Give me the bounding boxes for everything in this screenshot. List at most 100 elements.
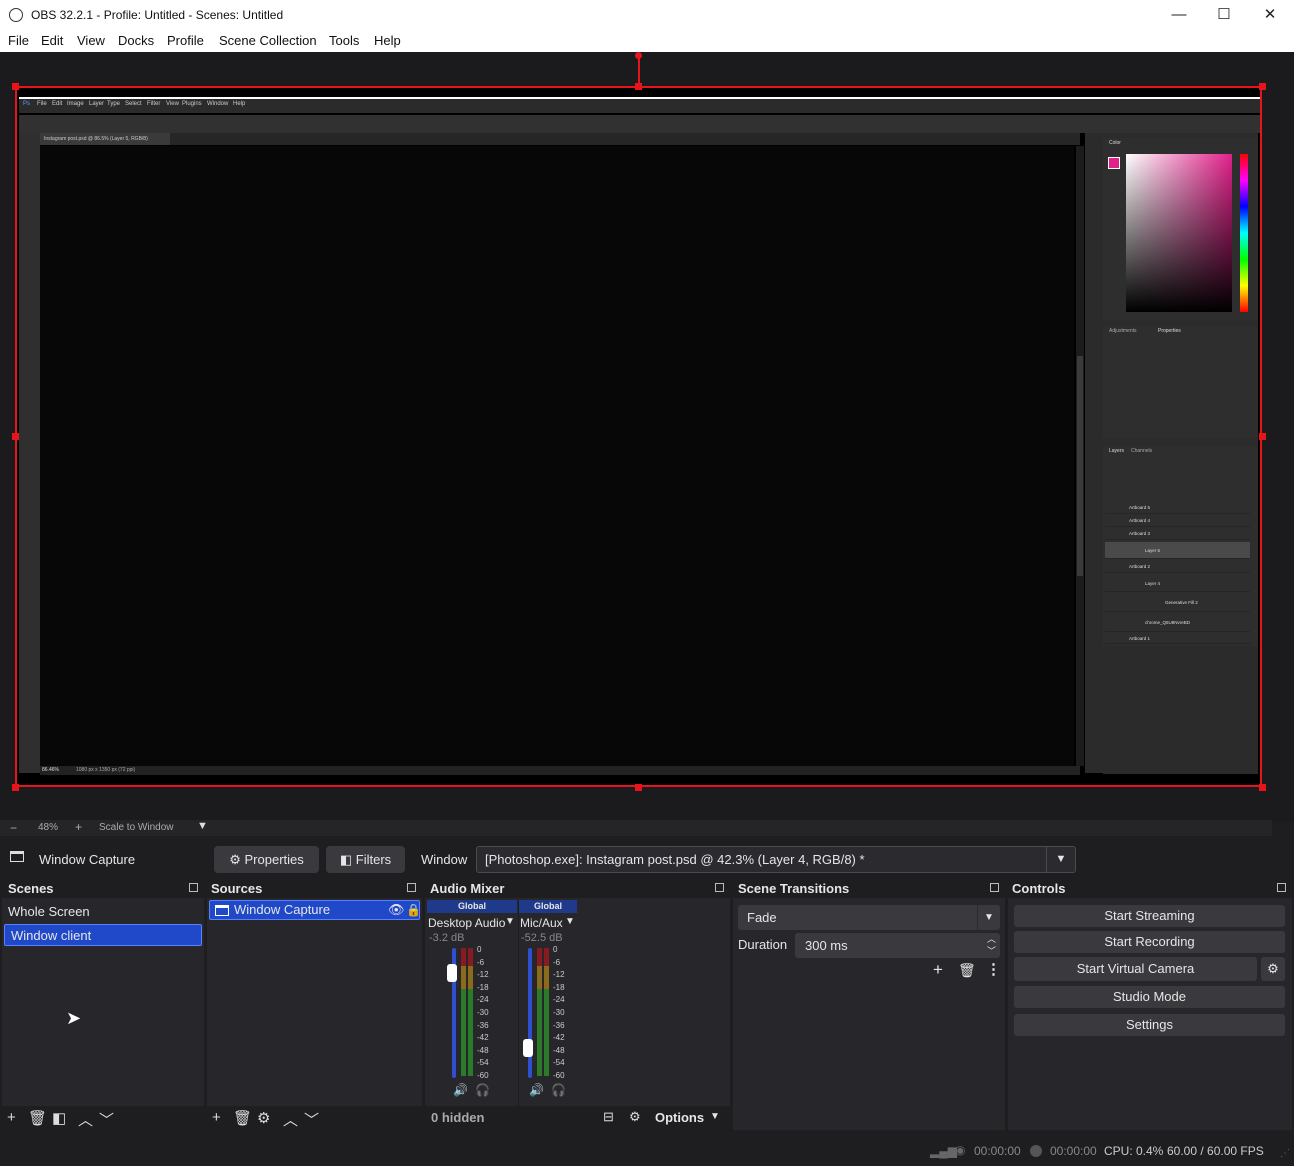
add-source-icon[interactable]: + <box>212 1109 221 1126</box>
remove-scene-trash-icon[interactable]: 🗑 <box>28 1109 47 1127</box>
volume-slider-handle[interactable] <box>447 964 457 982</box>
sources-dock: Sources Window Capture 👁 🔒 + 🗑 ⚙ ︿ ﹀ <box>207 880 422 1130</box>
transition-properties-more-icon[interactable]: ⋮ <box>986 960 1001 978</box>
visibility-eye-icon[interactable]: 👁 <box>388 901 405 919</box>
resize-handle-left[interactable] <box>12 433 19 440</box>
studio-mode-button[interactable]: Studio Mode <box>1014 986 1285 1008</box>
window-select[interactable]: [Photoshop.exe]: Instagram post.psd @ 42… <box>476 846 1076 873</box>
undock-icon[interactable] <box>189 883 198 892</box>
lock-icon[interactable]: 🔒 <box>406 901 421 919</box>
duration-label: Duration <box>738 937 788 952</box>
record-time: 00:00:00 <box>1050 1144 1097 1158</box>
mute-speaker-icon[interactable]: 🔊 <box>453 1083 468 1097</box>
resize-handle-bottom-right[interactable] <box>1259 784 1266 791</box>
start-recording-button[interactable]: Start Recording <box>1014 931 1285 953</box>
window-select-chevron-down-icon[interactable]: ▼ <box>1046 847 1075 872</box>
channel-badge: Global <box>519 900 577 913</box>
add-scene-icon[interactable]: + <box>7 1109 16 1126</box>
source-item-selected[interactable]: Window Capture 👁 🔒 <box>209 900 421 920</box>
resize-handle-bottom[interactable] <box>635 784 642 791</box>
source-properties-gear-icon[interactable]: ⚙ <box>257 1109 270 1127</box>
remove-source-trash-icon[interactable]: 🗑 <box>233 1109 252 1127</box>
volume-slider-handle[interactable] <box>523 1039 533 1057</box>
menu-view[interactable]: View <box>77 33 105 48</box>
menu-scene-collection[interactable]: Scene Collection <box>219 33 317 48</box>
settings-button[interactable]: Settings <box>1014 1014 1285 1036</box>
close-button[interactable]: ✕ <box>1247 0 1293 30</box>
mouse-cursor-icon: ➤ <box>66 1008 82 1028</box>
advanced-audio-gear-icon[interactable]: ⚙ <box>629 1109 641 1125</box>
monitor-headphones-icon[interactable]: 🎧 <box>475 1083 490 1097</box>
duration-stepper-icon[interactable]: ︿ ﹀ <box>987 933 996 957</box>
volume-slider-track[interactable] <box>528 948 532 1078</box>
properties-button[interactable]: ⚙ Properties <box>214 846 319 873</box>
scale-mode-select[interactable]: Scale to Window <box>99 822 173 833</box>
monitor-headphones-icon[interactable]: 🎧 <box>551 1083 566 1097</box>
options-button[interactable]: Options <box>655 1110 704 1125</box>
resize-handle-right[interactable] <box>1259 433 1266 440</box>
channel-name[interactable]: Desktop Audio <box>428 916 505 930</box>
minimize-button[interactable]: — <box>1156 0 1202 30</box>
options-chevron-down-icon[interactable]: ▼ <box>710 1111 720 1122</box>
menu-file[interactable]: File <box>8 33 29 48</box>
move-up-chevron-icon[interactable]: ︿ <box>78 1109 93 1130</box>
channel-menu-chevron-down-icon[interactable]: ▼ <box>505 916 515 927</box>
start-virtual-camera-button[interactable]: Start Virtual Camera <box>1014 957 1257 981</box>
gear-icon: ⚙ <box>229 852 241 867</box>
move-down-chevron-icon[interactable]: ﹀ <box>99 1109 114 1130</box>
resize-grip-icon[interactable]: ⋰ <box>1280 1148 1290 1159</box>
source-item-label: Window Capture <box>234 902 331 917</box>
controls-title: Controls <box>1012 881 1066 896</box>
zoom-out-button[interactable]: − <box>10 821 17 835</box>
sources-dock-header: Sources <box>207 880 422 898</box>
move-up-chevron-icon[interactable]: ︿ <box>283 1109 298 1130</box>
window-select-value: [Photoshop.exe]: Instagram post.psd @ 42… <box>485 852 865 867</box>
undock-icon[interactable] <box>990 883 999 892</box>
channel-menu-chevron-down-icon[interactable]: ▼ <box>565 916 575 927</box>
menu-profile[interactable]: Profile <box>167 33 204 48</box>
source-selection-box[interactable] <box>15 86 1262 787</box>
filters-label: Filters <box>355 852 392 867</box>
remove-transition-trash-icon[interactable]: 🗑 <box>958 962 976 979</box>
menu-docks[interactable]: Docks <box>118 33 154 48</box>
rotation-handle[interactable] <box>635 52 642 59</box>
resize-handle-top-right[interactable] <box>1259 83 1266 90</box>
filters-button[interactable]: ◧ Filters <box>326 846 405 873</box>
scale-mode-chevron-down-icon[interactable]: ▼ <box>197 820 208 832</box>
add-transition-icon[interactable]: + <box>933 960 943 980</box>
mute-speaker-icon[interactable]: 🔊 <box>529 1083 544 1097</box>
scene-item-selected[interactable]: Window client <box>4 924 202 946</box>
move-down-chevron-icon[interactable]: ﹀ <box>304 1109 319 1130</box>
undock-icon[interactable] <box>1277 883 1286 892</box>
scene-item[interactable]: Whole Screen <box>2 901 202 923</box>
db-tick: -6 <box>477 957 485 967</box>
preview-scrollbar[interactable] <box>1272 822 1294 836</box>
scenes-title: Scenes <box>8 881 54 896</box>
layout-toggle-icon[interactable]: ⊟ <box>603 1109 614 1125</box>
resize-handle-top-left[interactable] <box>12 83 19 90</box>
duration-spinbox[interactable]: 300 ms ︿ ﹀ <box>795 933 1000 958</box>
menu-tools[interactable]: Tools <box>329 33 359 48</box>
resize-handle-top[interactable] <box>635 83 642 90</box>
transition-select[interactable]: Fade ▼ <box>738 905 1000 930</box>
transition-chevron-down-icon[interactable]: ▼ <box>977 905 1000 930</box>
scene-filters-icon[interactable]: ◧ <box>52 1109 66 1127</box>
channel-divider <box>518 900 519 1106</box>
menu-edit[interactable]: Edit <box>41 33 63 48</box>
scene-transitions-title: Scene Transitions <box>738 881 850 896</box>
channel-name[interactable]: Mic/Aux <box>520 916 563 930</box>
start-streaming-button[interactable]: Start Streaming <box>1014 905 1285 927</box>
undock-icon[interactable] <box>407 883 416 892</box>
zoom-in-button[interactable]: + <box>75 820 82 834</box>
virtual-camera-settings-gear-icon[interactable]: ⚙ <box>1261 957 1285 981</box>
transition-value: Fade <box>747 910 777 925</box>
audio-mixer-header: Audio Mixer <box>425 880 730 898</box>
menu-help[interactable]: Help <box>374 33 401 48</box>
undock-icon[interactable] <box>715 883 724 892</box>
db-tick: -54 <box>553 1058 565 1068</box>
db-tick: -30 <box>553 1007 565 1017</box>
controls-dock: Controls Start Streaming Start Recording… <box>1008 880 1292 1130</box>
scenes-footer: + 🗑 ◧ ︿ ﹀ <box>2 1106 204 1130</box>
resize-handle-bottom-left[interactable] <box>12 784 19 791</box>
maximize-button[interactable]: ☐ <box>1201 0 1247 30</box>
